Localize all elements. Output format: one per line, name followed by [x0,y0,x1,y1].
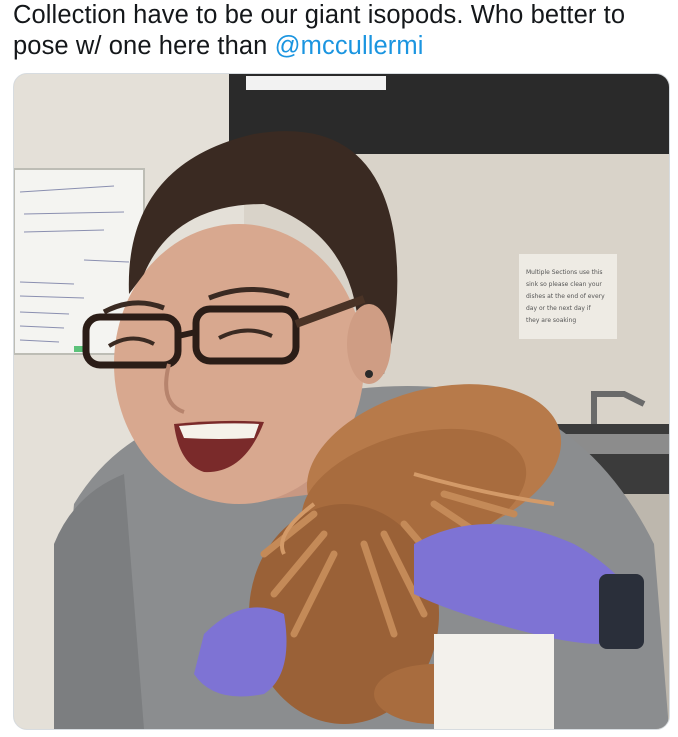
sign-line-5: they are soaking [526,317,576,324]
photo-illustration: Multiple Sections use this sink so pleas… [14,74,669,729]
tweet-text: Collection have to be our giant isopods.… [13,0,673,62]
earring [365,370,373,378]
wristwatch [599,574,644,649]
sign-line-2: sink so please clean your [526,281,602,288]
sign-line-3: dishes at the end of every [526,293,605,300]
teeth [179,423,259,439]
sign-line-4: day or the next day if [526,305,592,312]
mention-link[interactable]: @mccullermi [275,32,424,60]
tweet-photo[interactable]: Multiple Sections use this sink so pleas… [13,73,670,730]
paper-towel [434,634,554,729]
cabinet-label [246,76,386,90]
sign-line-1: Multiple Sections use this [526,269,603,276]
